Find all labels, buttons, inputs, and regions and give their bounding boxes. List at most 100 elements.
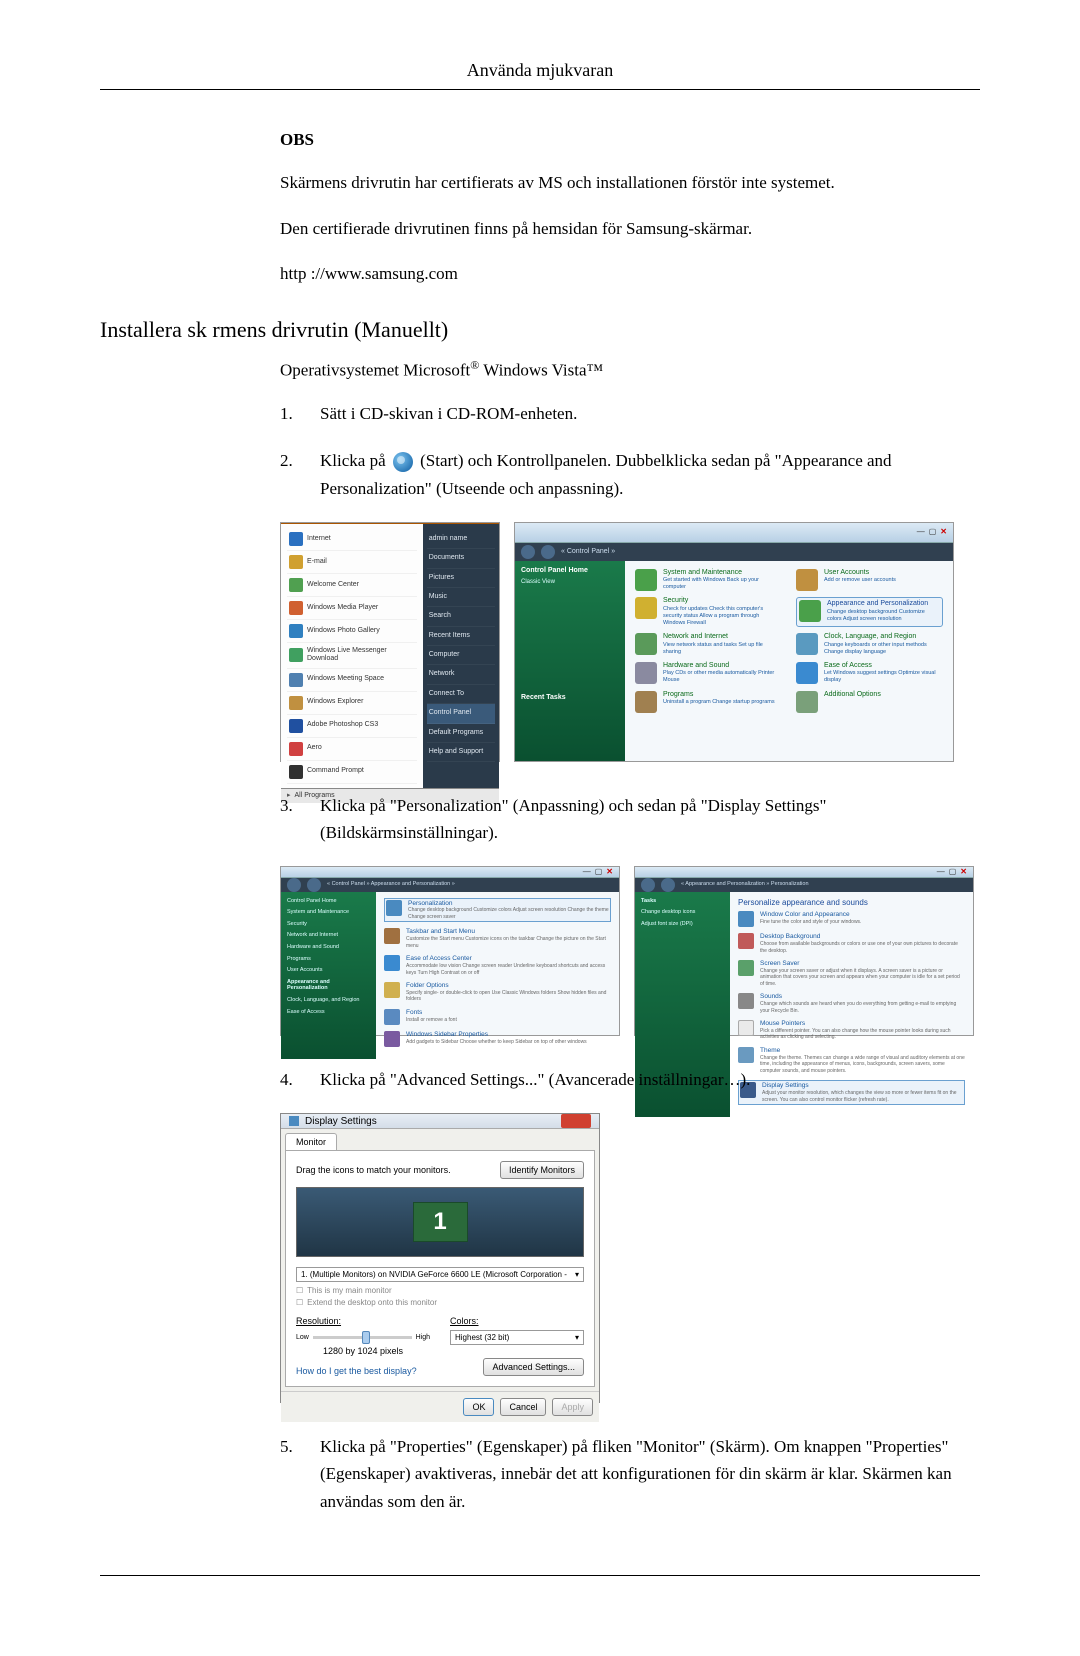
pers-item[interactable]: Screen SaverChange your screen saver or … [738, 960, 965, 987]
pers-item-personalization[interactable]: PersonalizationChange desktop background… [384, 898, 611, 923]
step-5-text: Klicka på "Properties" (Egenskaper) på f… [320, 1433, 980, 1515]
slider-thumb[interactable] [362, 1331, 370, 1344]
cp-cat-programs[interactable]: ProgramsUninstall a program Change start… [635, 691, 782, 713]
back-icon[interactable] [521, 545, 535, 559]
cp-cat-system[interactable]: System and MaintenanceGet started with W… [635, 569, 782, 592]
min-icon[interactable]: — [583, 867, 591, 877]
cp-cat-user[interactable]: User AccountsAdd or remove user accounts [796, 569, 943, 592]
sm-item[interactable]: Aero [287, 738, 417, 761]
cp-cat-appearance[interactable]: Appearance and PersonalizationChange des… [796, 597, 943, 627]
cp-side-heading[interactable]: Control Panel Home [521, 567, 619, 575]
pers-item[interactable]: SoundsChange which sounds are heard when… [738, 993, 965, 1014]
slider-high: High [416, 1334, 430, 1341]
colors-select[interactable]: Highest (32 bit) ▾ [450, 1330, 584, 1345]
sm-right-item[interactable]: Help and Support [427, 743, 495, 762]
pers-item-sub: Pick a different pointer. You can also c… [760, 1028, 965, 1041]
sm-item[interactable]: E-mail [287, 551, 417, 574]
pers-item[interactable]: Desktop BackgroundChoose from available … [738, 933, 965, 954]
pers-item[interactable]: Taskbar and Start MenuCustomize the Star… [384, 928, 611, 949]
max-icon[interactable]: ▢ [595, 867, 603, 877]
forward-icon[interactable] [307, 878, 321, 892]
pers-side-item[interactable]: Security [287, 921, 370, 928]
monitor-1[interactable]: 1 [413, 1202, 468, 1242]
extend-desktop-checkbox[interactable]: Extend the desktop onto this monitor [296, 1298, 584, 1307]
max-icon[interactable]: ▢ [949, 867, 957, 877]
sm-item[interactable]: Welcome Center [287, 574, 417, 597]
pers-side-item[interactable]: User Accounts [287, 967, 370, 974]
resolution-slider[interactable]: Low High [296, 1330, 430, 1344]
sm-right-item[interactable]: Network [427, 665, 495, 684]
pers-item[interactable]: FontsInstall or remove a font [384, 1009, 611, 1025]
sm-right-control-panel[interactable]: Control Panel [427, 704, 495, 723]
pers-item[interactable]: Windows Sidebar PropertiesAdd gadgets to… [384, 1031, 611, 1047]
pers-item[interactable]: Window Color and AppearanceFine tune the… [738, 911, 965, 927]
sm-item[interactable]: Command Prompt [287, 761, 417, 784]
pers-side-item[interactable]: Appearance and Personalization [287, 979, 370, 992]
sm-item[interactable]: Adobe Photoshop CS3 [287, 715, 417, 738]
pers-item[interactable]: Ease of Access CenterAccommodate low vis… [384, 955, 611, 976]
sm-item[interactable]: Windows Media Player [287, 597, 417, 620]
sm-item[interactable]: Windows Live Messenger Download [287, 643, 417, 669]
back-icon[interactable] [287, 878, 301, 892]
monitor-preview[interactable]: 1 [296, 1187, 584, 1257]
cp-cat-ease[interactable]: Ease of AccessLet Windows suggest settin… [796, 662, 943, 685]
cp-cat-sub: Uninstall a program Change startup progr… [663, 699, 782, 706]
sm-item[interactable]: Windows Meeting Space [287, 669, 417, 692]
help-link[interactable]: How do I get the best display? [296, 1366, 417, 1376]
pers-side-item[interactable]: Network and Internet [287, 932, 370, 939]
cp-cat-clock[interactable]: Clock, Language, and RegionChange keyboa… [796, 633, 943, 656]
cp-cat-additional[interactable]: Additional Options [796, 691, 943, 713]
sm-label: Welcome Center [307, 581, 359, 589]
forward-icon[interactable] [541, 545, 555, 559]
forward-icon[interactable] [661, 878, 675, 892]
sm-right-item[interactable]: Music [427, 588, 495, 607]
close-icon[interactable]: ✕ [940, 527, 947, 537]
apply-button[interactable]: Apply [552, 1398, 593, 1416]
pers-item[interactable]: Folder OptionsSpecify single- or double-… [384, 982, 611, 1003]
sm-right-item[interactable]: Computer [427, 646, 495, 665]
pers-item-sub: Specify single- or double-click to open … [406, 990, 611, 1003]
pers-side-item[interactable]: Change desktop icons [641, 909, 724, 916]
tab-monitor[interactable]: Monitor [285, 1133, 337, 1150]
max-icon[interactable]: ▢ [929, 527, 937, 537]
pers-side-item[interactable]: Ease of Access [287, 1009, 370, 1016]
personalization-icon [386, 900, 402, 916]
identify-monitors-button[interactable]: Identify Monitors [500, 1161, 584, 1179]
pers-item[interactable]: Mouse PointersPick a different pointer. … [738, 1020, 965, 1041]
pers-side-item[interactable]: Control Panel Home [287, 898, 370, 905]
pers-side-item[interactable]: Programs [287, 956, 370, 963]
start-menu-right: admin name Documents Pictures Music Sear… [423, 524, 499, 788]
sm-right-item[interactable]: Pictures [427, 569, 495, 588]
pers-side-item[interactable]: Adjust font size (DPI) [641, 921, 724, 928]
cancel-button[interactable]: Cancel [500, 1398, 546, 1416]
back-icon[interactable] [641, 878, 655, 892]
cp-cat-security[interactable]: SecurityCheck for updates Check this com… [635, 597, 782, 627]
os-suffix: Windows Vista™ [479, 360, 603, 379]
cp-body: Control Panel Home Classic View Recent T… [515, 561, 953, 761]
min-icon[interactable]: — [917, 527, 925, 537]
min-icon[interactable]: — [937, 867, 945, 877]
close-icon[interactable]: ✕ [606, 867, 613, 877]
advanced-settings-button[interactable]: Advanced Settings... [483, 1358, 584, 1376]
sm-right-item[interactable]: Default Programs [427, 724, 495, 743]
close-icon[interactable]: ✕ [960, 867, 967, 877]
pers-side-item[interactable]: Hardware and Sound [287, 944, 370, 951]
pers-side-item[interactable]: Clock, Language, and Region [287, 997, 370, 1004]
main-monitor-checkbox[interactable]: This is my main monitor [296, 1286, 584, 1295]
monitor-select[interactable]: 1. (Multiple Monitors) on NVIDIA GeForce… [296, 1267, 584, 1282]
cp-cat-network[interactable]: Network and InternetView network status … [635, 633, 782, 656]
cp-cat-hardware[interactable]: Hardware and SoundPlay CDs or other medi… [635, 662, 782, 685]
sm-right-item[interactable]: Recent Items [427, 627, 495, 646]
pers-side-item[interactable]: System and Maintenance [287, 909, 370, 916]
close-icon[interactable] [561, 1114, 591, 1128]
sm-right-item[interactable]: Search [427, 607, 495, 626]
sm-item[interactable]: Windows Photo Gallery [287, 620, 417, 643]
sm-right-item[interactable]: admin name [427, 530, 495, 549]
pers-item-title: Mouse Pointers [760, 1020, 965, 1028]
sm-right-item[interactable]: Connect To [427, 685, 495, 704]
sm-item[interactable]: Internet [287, 528, 417, 551]
sm-item[interactable]: Windows Explorer [287, 692, 417, 715]
ok-button[interactable]: OK [463, 1398, 494, 1416]
cp-side-classic[interactable]: Classic View [521, 579, 619, 586]
sm-right-item[interactable]: Documents [427, 549, 495, 568]
